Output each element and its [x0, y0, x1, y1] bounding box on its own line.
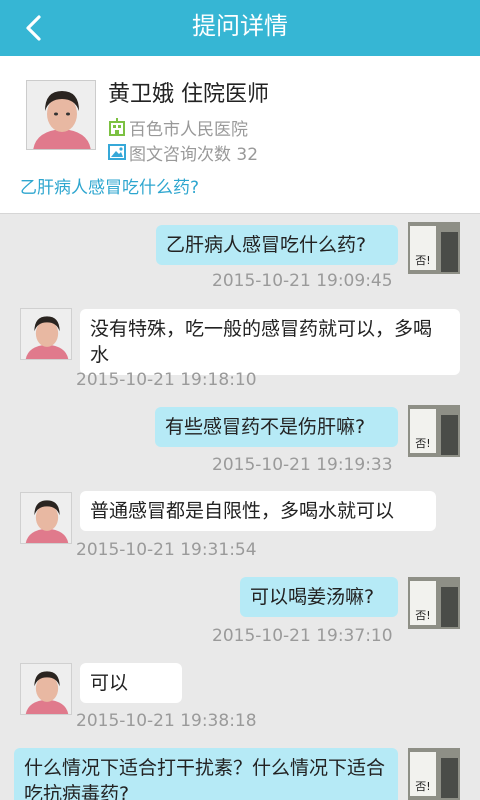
message-bubble: 可以 [80, 663, 182, 703]
doctor-consult-count: 图文咨询次数 32 [108, 141, 259, 165]
message-text: 没有特殊，吃一般的感冒药就可以，多喝水 [90, 318, 433, 366]
hospital-icon [109, 118, 125, 136]
message-timestamp: 2015-10-21 19:31:54 [76, 540, 257, 560]
svg-text:否!: 否! [415, 780, 430, 793]
user-avatar[interactable]: 否! [408, 748, 460, 800]
message-bubble: 有些感冒药不是伤肝嘛? [155, 407, 398, 447]
message-text: 乙肝病人感冒吃什么药? [166, 234, 367, 256]
message-timestamp: 2015-10-21 19:38:18 [76, 711, 257, 731]
user-avatar-image: 否! [408, 405, 460, 457]
message-text: 有些感冒药不是伤肝嘛? [165, 416, 366, 438]
question-title: 乙肝病人感冒吃什么药? [20, 178, 200, 198]
svg-text:否!: 否! [415, 609, 430, 622]
message-timestamp: 2015-10-21 19:37:10 [212, 626, 393, 646]
user-avatar-image: 否! [408, 222, 460, 274]
doctor-chat-avatar[interactable] [20, 663, 72, 715]
doctor-chat-avatar[interactable] [20, 492, 72, 544]
consult-count: 图文咨询次数 32 [129, 144, 259, 165]
user-avatar[interactable]: 否! [408, 405, 460, 457]
message-timestamp: 2015-10-21 19:19:33 [212, 455, 393, 475]
message-bubble: 什么情况下适合打干扰素？什么情况下适合吃抗病毒药? [14, 748, 398, 800]
message-text: 什么情况下适合打干扰素？什么情况下适合吃抗病毒药? [24, 757, 386, 800]
doctor-name: 黄卫娥 住院医师 [108, 82, 269, 107]
doctor-portrait [21, 664, 71, 714]
top-bar: 提问详情 [0, 0, 480, 56]
doctor-card: 黄卫娥 住院医师 百色市人民医院 图文咨询次数 32 乙肝病人感冒吃什么药? [0, 56, 480, 214]
doctor-portrait [27, 81, 95, 149]
image-icon [108, 144, 126, 160]
svg-text:否!: 否! [415, 437, 430, 450]
hospital-name: 百色市人民医院 [129, 119, 248, 140]
message-bubble: 普通感冒都是自限性，多喝水就可以 [80, 491, 436, 531]
doctor-avatar[interactable] [26, 80, 96, 150]
message-timestamp: 2015-10-21 19:09:45 [212, 271, 393, 291]
message-timestamp: 2015-10-21 19:18:10 [76, 370, 257, 390]
doctor-portrait [21, 309, 71, 359]
message-text: 可以 [90, 672, 129, 694]
message-text: 可以喝姜汤嘛? [250, 586, 375, 608]
user-avatar-image: 否! [408, 748, 460, 800]
doctor-hospital: 百色市人民医院 [108, 116, 248, 140]
svg-text:否!: 否! [415, 254, 430, 267]
user-avatar[interactable]: 否! [408, 222, 460, 274]
page-title: 提问详情 [192, 12, 288, 40]
user-avatar[interactable]: 否! [408, 577, 460, 629]
user-avatar-image: 否! [408, 577, 460, 629]
message-bubble: 可以喝姜汤嘛? [240, 577, 398, 617]
doctor-portrait [21, 493, 71, 543]
chat-thread: 否! 乙肝病人感冒吃什么药? 2015-10-21 19:09:45 没有特殊，… [0, 215, 480, 800]
message-bubble: 没有特殊，吃一般的感冒药就可以，多喝水 [80, 309, 460, 375]
doctor-chat-avatar[interactable] [20, 308, 72, 360]
message-text: 普通感冒都是自限性，多喝水就可以 [90, 500, 395, 522]
message-bubble: 乙肝病人感冒吃什么药? [156, 225, 398, 265]
